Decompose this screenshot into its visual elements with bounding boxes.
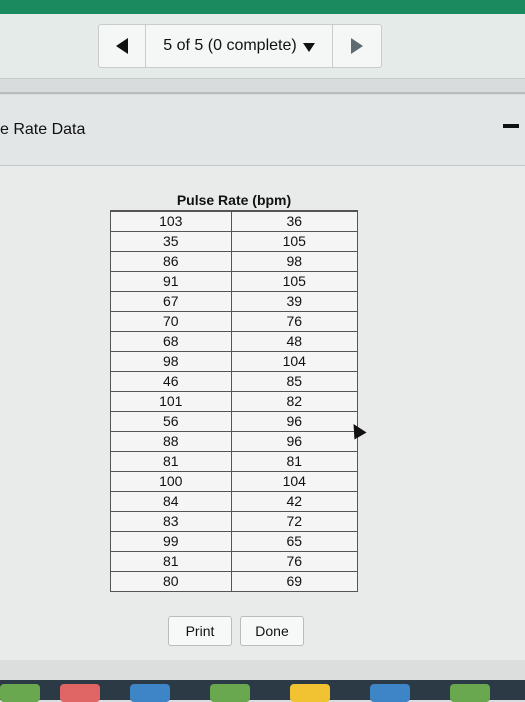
table-row: 91 105 <box>110 271 358 292</box>
dock-app-icon[interactable] <box>370 684 410 702</box>
table-row: 88 96 <box>110 431 358 452</box>
table-cell-right: 104 <box>230 351 358 372</box>
table-row: 84 42 <box>110 491 358 512</box>
table-cell-right: 76 <box>230 551 358 572</box>
table-row: 68 48 <box>110 331 358 352</box>
table-row: 81 81 <box>110 451 358 472</box>
table-cell-left: 35 <box>110 231 232 252</box>
table-cell-left: 83 <box>110 511 232 532</box>
table-header: Pulse Rate (bpm) <box>110 190 358 211</box>
table-cell-left: 101 <box>110 391 232 412</box>
minimize-icon[interactable] <box>503 124 519 128</box>
print-button[interactable]: Print <box>168 616 232 646</box>
table-row: 103 36 <box>110 211 358 232</box>
table-cell-left: 100 <box>110 471 232 492</box>
dock-app-icon[interactable] <box>0 684 40 702</box>
pulse-rate-table: Pulse Rate (bpm) 103 36 35 105 86 98 91 105 67 39… <box>110 190 358 592</box>
table-row: 46 85 <box>110 371 358 392</box>
done-button[interactable]: Done <box>240 616 304 646</box>
table-cell-right: 76 <box>230 311 358 332</box>
navigation-bar: 5 of 5 (0 complete) <box>0 14 525 79</box>
table-cell-left: 99 <box>110 531 232 552</box>
table-row: 101 82 <box>110 391 358 412</box>
table-cell-right: 72 <box>230 511 358 532</box>
table-cell-left: 46 <box>110 371 232 392</box>
caret-down-icon <box>302 42 315 52</box>
table-cell-left: 70 <box>110 311 232 332</box>
data-table: 103 36 35 105 86 98 91 105 67 39 70 76 68 48 98 104 46 85… <box>110 211 358 592</box>
table-cell-right: 104 <box>230 471 358 492</box>
table-cell-left: 103 <box>110 211 232 232</box>
dock-app-icon[interactable] <box>450 684 490 702</box>
table-row: 70 76 <box>110 311 358 332</box>
table-row: 83 72 <box>110 511 358 532</box>
table-cell-left: 80 <box>110 571 232 592</box>
dialog-header: e Rate Data <box>0 95 525 166</box>
dock-app-icon[interactable] <box>210 684 250 702</box>
table-cell-right: 65 <box>230 531 358 552</box>
previous-question-button[interactable] <box>99 25 145 67</box>
table-row: 98 104 <box>110 351 358 372</box>
table-cell-left: 81 <box>110 451 232 472</box>
table-row: 56 96 <box>110 411 358 432</box>
table-cell-left: 68 <box>110 331 232 352</box>
question-dropdown[interactable]: 5 of 5 (0 complete) <box>146 25 332 67</box>
table-cell-right: 96 <box>230 411 358 432</box>
table-cell-left: 56 <box>110 411 232 432</box>
table-row: 35 105 <box>110 231 358 252</box>
dock-app-icon[interactable] <box>130 684 170 702</box>
table-cell-right: 85 <box>230 371 358 392</box>
left-triangle-icon <box>116 38 128 54</box>
table-cell-left: 67 <box>110 291 232 312</box>
table-cell-right: 39 <box>230 291 358 312</box>
table-row: 67 39 <box>110 291 358 312</box>
table-cell-right: 105 <box>230 231 358 252</box>
table-cell-left: 88 <box>110 431 232 452</box>
table-cell-right: 42 <box>230 491 358 512</box>
section-divider <box>0 92 525 94</box>
table-cell-left: 86 <box>110 251 232 272</box>
next-question-button[interactable] <box>333 25 381 67</box>
table-cell-left: 81 <box>110 551 232 572</box>
table-cell-right: 82 <box>230 391 358 412</box>
question-navigator: 5 of 5 (0 complete) <box>98 24 382 68</box>
table-cell-right: 96 <box>230 431 358 452</box>
table-row: 86 98 <box>110 251 358 272</box>
table-cell-left: 84 <box>110 491 232 512</box>
dialog-title: e Rate Data <box>0 121 86 138</box>
dock-app-icon[interactable] <box>290 684 330 702</box>
table-cell-right: 69 <box>230 571 358 592</box>
question-position-text: 5 of 5 (0 complete) <box>163 37 297 54</box>
table-row: 80 69 <box>110 571 358 592</box>
table-cell-right: 105 <box>230 271 358 292</box>
table-row: 99 65 <box>110 531 358 552</box>
right-triangle-icon <box>351 38 363 54</box>
table-row: 100 104 <box>110 471 358 492</box>
dock-app-icon[interactable] <box>60 684 100 702</box>
table-cell-right: 36 <box>230 211 358 232</box>
table-cell-left: 91 <box>110 271 232 292</box>
taskbar <box>0 680 525 702</box>
table-row: 81 76 <box>110 551 358 572</box>
table-cell-right: 98 <box>230 251 358 272</box>
table-cell-left: 98 <box>110 351 232 372</box>
dialog-content: Pulse Rate (bpm) 103 36 35 105 86 98 91 105 67 39… <box>0 166 525 660</box>
table-cell-right: 48 <box>230 331 358 352</box>
table-cell-right: 81 <box>230 451 358 472</box>
